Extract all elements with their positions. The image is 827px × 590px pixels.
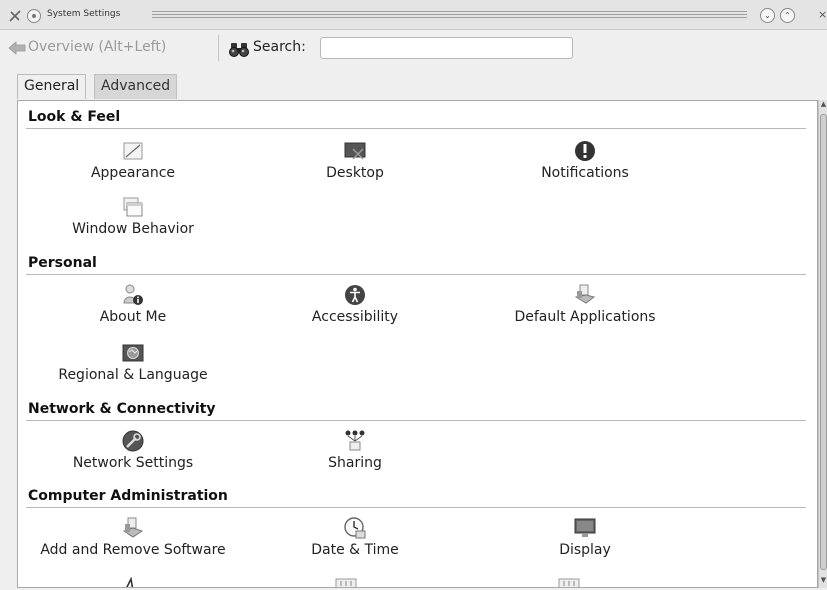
- tab-advanced[interactable]: Advanced: [94, 74, 178, 99]
- search-input[interactable]: [320, 37, 573, 59]
- scroll-down-arrow-icon[interactable]: ▼: [819, 576, 827, 588]
- notifications-icon: [575, 141, 595, 161]
- close-button[interactable]: ×: [818, 8, 827, 21]
- settings-item-date-time[interactable]: Date & Time: [240, 516, 470, 566]
- regional-language-icon: [122, 344, 144, 362]
- accessibility-icon: [345, 285, 365, 305]
- item-label: Add and Remove Software: [40, 542, 226, 558]
- window-title: System Settings: [47, 9, 121, 19]
- section-divider: [26, 507, 806, 508]
- settings-item-regional-language[interactable]: Regional & Language: [18, 341, 248, 391]
- item-label: Sharing: [328, 455, 382, 471]
- section-title-look-feel: Look & Feel: [28, 109, 121, 125]
- appearance-icon: [123, 142, 143, 160]
- partial-row-icon: [335, 578, 357, 587]
- vertical-scrollbar[interactable]: ▲ ▼: [818, 100, 827, 588]
- tab-general[interactable]: General: [17, 74, 87, 99]
- window-behavior-icon: [123, 197, 143, 217]
- settings-item-default-applications[interactable]: Default Applications: [470, 283, 700, 333]
- keep-above-button[interactable]: [27, 9, 41, 23]
- network-settings-icon: [122, 430, 144, 452]
- sharing-icon: [345, 430, 365, 451]
- desktop-icon: [344, 142, 366, 160]
- item-label: Default Applications: [514, 309, 656, 325]
- add-remove-software-icon: [122, 517, 144, 538]
- back-arrow-icon: [8, 41, 26, 55]
- item-label: Window Behavior: [72, 221, 194, 237]
- section-title-personal: Personal: [28, 255, 97, 271]
- settings-item-about-me[interactable]: About Me: [18, 283, 248, 333]
- scrollbar-thumb[interactable]: [820, 114, 827, 570]
- toolbar: Overview (Alt+Left) Search:: [0, 31, 827, 67]
- overview-button[interactable]: Overview (Alt+Left): [8, 39, 167, 55]
- about-me-icon: [123, 284, 143, 305]
- settings-item-window-behavior[interactable]: Window Behavior: [18, 195, 248, 245]
- item-label: Regional & Language: [58, 367, 208, 383]
- settings-panel: Look & Feel Appearance Desktop Notificat…: [17, 100, 818, 588]
- partial-row-icon: [126, 577, 134, 587]
- settings-item-add-remove-software[interactable]: Add and Remove Software: [18, 516, 248, 566]
- settings-item-desktop[interactable]: Desktop: [240, 139, 470, 189]
- settings-item-network-settings[interactable]: Network Settings: [18, 429, 248, 479]
- binoculars-icon: [229, 43, 249, 57]
- item-label: About Me: [99, 309, 167, 325]
- shade-button[interactable]: ⌄: [760, 8, 775, 23]
- toolbar-separator: [218, 35, 219, 61]
- settings-item-display[interactable]: Display: [470, 516, 700, 566]
- date-time-icon: [344, 517, 366, 539]
- item-label: Desktop: [326, 165, 384, 181]
- settings-item-appearance[interactable]: Appearance: [18, 139, 248, 189]
- window-menu-icon[interactable]: [8, 9, 22, 23]
- section-divider: [26, 274, 806, 275]
- default-applications-icon: [574, 284, 596, 304]
- partial-row-icon: [558, 578, 580, 587]
- scroll-up-arrow-icon[interactable]: ▲: [819, 100, 827, 112]
- settings-item-notifications[interactable]: Notifications: [470, 139, 700, 189]
- item-label: Network Settings: [72, 455, 194, 471]
- overview-label: Overview (Alt+Left): [28, 39, 167, 55]
- section-title-network: Network & Connectivity: [28, 401, 216, 417]
- title-bar: System Settings ⌄ ⌃ ×: [0, 0, 827, 30]
- item-label: Display: [559, 542, 611, 558]
- item-label: Notifications: [541, 165, 629, 181]
- section-divider: [26, 128, 806, 129]
- section-title-computer-admin: Computer Administration: [28, 488, 228, 504]
- title-bar-grip[interactable]: [152, 11, 747, 19]
- search-label: Search:: [253, 39, 306, 55]
- maximize-button[interactable]: ⌃: [780, 8, 795, 23]
- item-label: Appearance: [90, 165, 176, 181]
- settings-item-accessibility[interactable]: Accessibility: [240, 283, 470, 333]
- display-icon: [574, 518, 596, 537]
- item-label: Accessibility: [311, 309, 399, 325]
- section-divider: [26, 420, 806, 421]
- settings-item-sharing[interactable]: Sharing: [240, 429, 470, 479]
- item-label: Date & Time: [311, 542, 399, 558]
